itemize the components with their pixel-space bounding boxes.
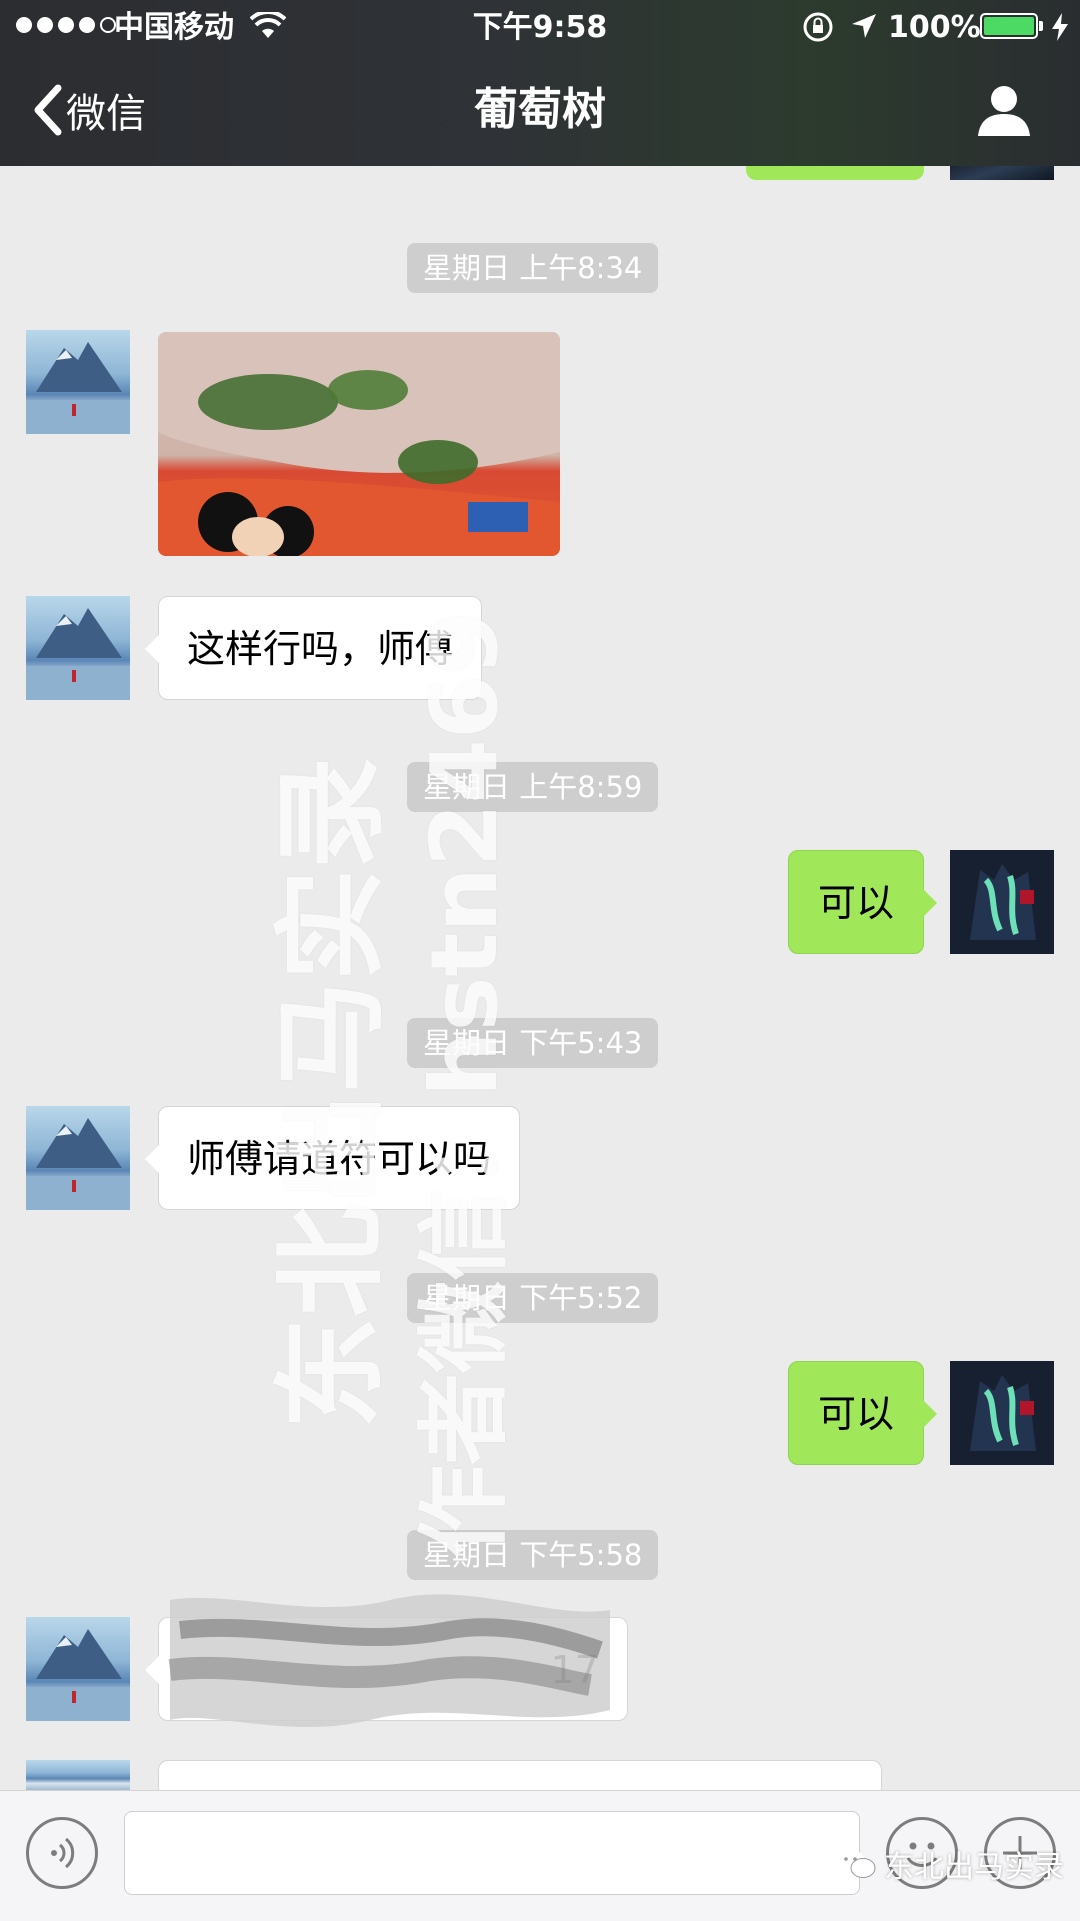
voice-button[interactable] xyxy=(26,1817,98,1889)
message-bubble-out[interactable]: 可以 xyxy=(788,1361,937,1465)
my-avatar-image xyxy=(950,850,1054,954)
avatar[interactable] xyxy=(26,330,130,434)
profile-icon[interactable] xyxy=(974,82,1034,138)
status-time: 下午9:58 xyxy=(472,10,608,45)
back-chevron-icon xyxy=(34,84,62,136)
avatar[interactable] xyxy=(950,850,1054,954)
battery-percent: 100% xyxy=(888,10,981,45)
back-label: 微信 xyxy=(66,91,146,137)
message-bubble-in[interactable] xyxy=(158,1760,882,1790)
location-arrow-icon xyxy=(852,14,876,38)
timestamp: 星期日 上午8:34 xyxy=(407,243,659,293)
back-button[interactable]: 微信 xyxy=(32,82,146,138)
watermark-author: 作者微信：hstn2469 xyxy=(411,611,518,1557)
message-bubble-out[interactable]: 可以 xyxy=(788,850,937,954)
redaction-scribble xyxy=(168,1594,610,1728)
watermark-title: 东北出马实录 xyxy=(267,757,397,1429)
brand-watermark: 东北出马实录 xyxy=(836,1842,1064,1886)
avatar[interactable] xyxy=(26,1106,130,1210)
wechat-logo-icon xyxy=(837,1850,876,1878)
signal-strength-icon xyxy=(16,17,116,33)
rotation-lock-icon xyxy=(803,12,833,42)
brand-label: 东北出马实录 xyxy=(884,1850,1064,1885)
previous-message-bubble[interactable] xyxy=(746,166,924,180)
voice-icon xyxy=(51,1837,75,1869)
avatar[interactable] xyxy=(950,166,1054,180)
carrier-name: 中国移动 xyxy=(114,10,234,45)
avatar[interactable] xyxy=(26,1617,130,1721)
wifi-icon xyxy=(250,12,286,38)
image-message[interactable] xyxy=(158,332,560,556)
avatar[interactable] xyxy=(950,1361,1054,1465)
chat-title: 葡萄树 xyxy=(474,84,606,135)
photo-content xyxy=(158,332,560,556)
avatar[interactable] xyxy=(26,1760,130,1790)
battery-icon xyxy=(980,13,1038,39)
charging-icon xyxy=(1052,13,1068,41)
contact-avatar-image xyxy=(26,342,130,434)
message-input[interactable] xyxy=(124,1811,860,1895)
avatar[interactable] xyxy=(26,596,130,700)
top-bar: 中国移动 下午9:58 100% 微信 葡萄树 xyxy=(0,0,1080,166)
